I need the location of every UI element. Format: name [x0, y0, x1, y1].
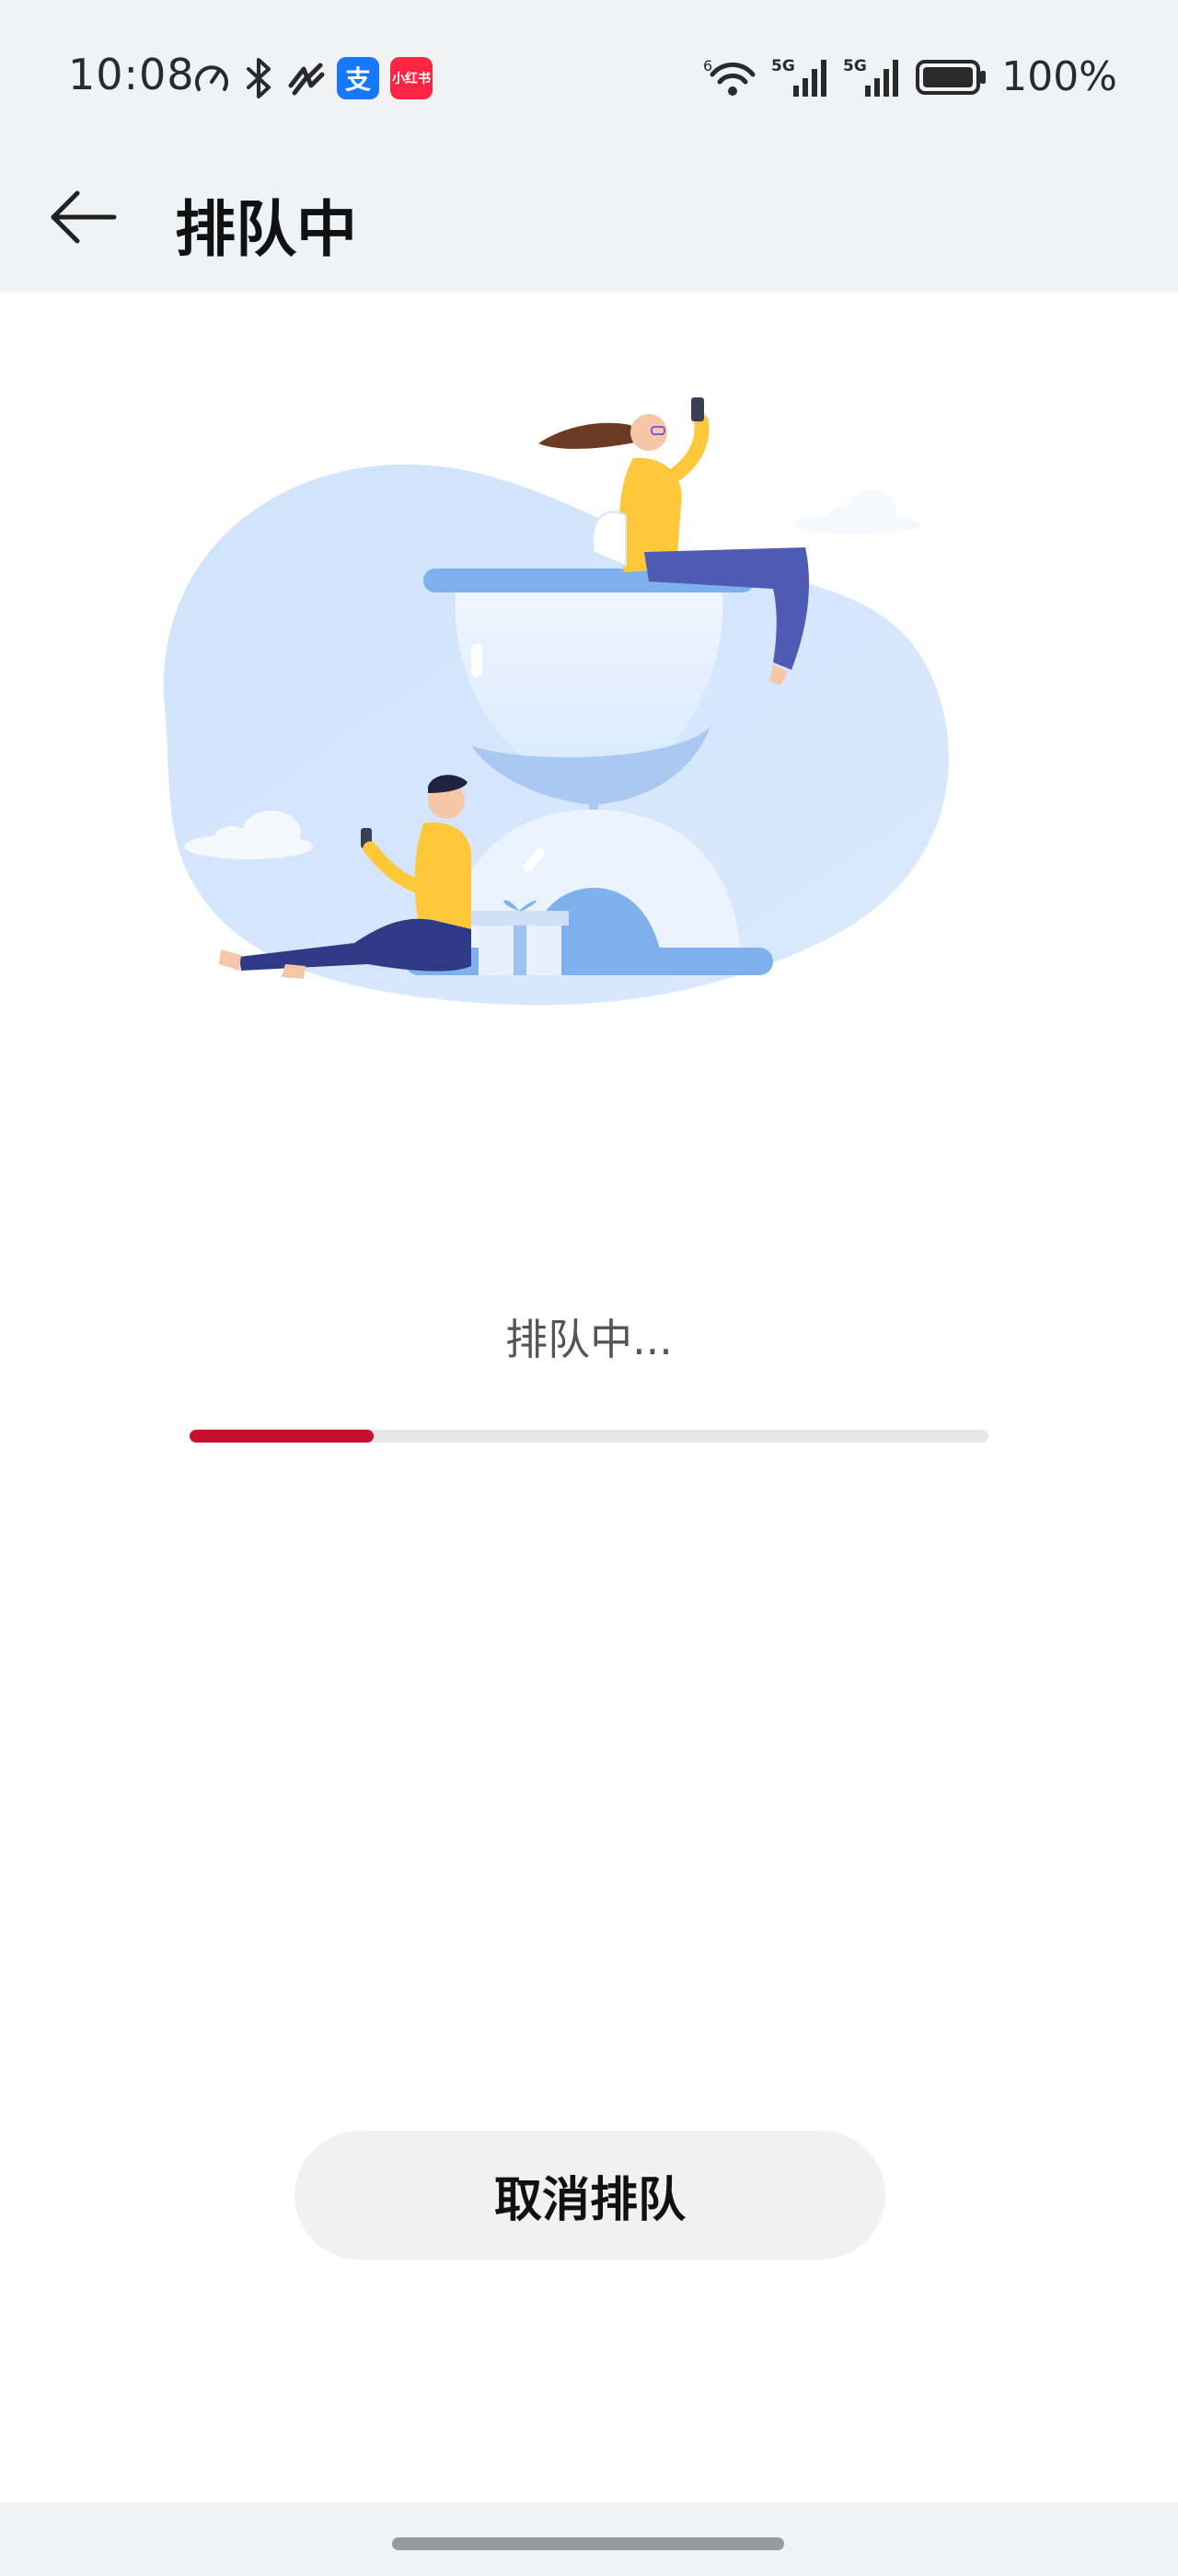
queue-progress-bar [190, 1430, 988, 1443]
status-bar: 10:08 支 小红书 6 5G 5G 100% [0, 0, 1178, 156]
signal-icon: 5G [771, 56, 830, 98]
speedometer-icon [191, 58, 232, 98]
queue-progress-fill [190, 1430, 374, 1443]
xiaohongshu-app-icon: 小红书 [390, 57, 433, 99]
signal-icon: 5G [843, 56, 902, 98]
cloud-right [791, 490, 920, 534]
status-icons-right: 6 5G 5G 100% [703, 53, 1117, 100]
battery-icon [915, 56, 988, 98]
svg-text:5G: 5G [771, 57, 795, 75]
svg-text:5G: 5G [843, 57, 867, 75]
gesture-bar [0, 2502, 1178, 2576]
gift-box [471, 900, 569, 975]
arrow-left-icon [48, 190, 118, 248]
queue-illustration [129, 368, 1049, 1104]
status-time: 10:08 [68, 50, 195, 99]
wifi-icon: 6 [703, 56, 758, 98]
queue-screen: 10:08 支 小红书 6 5G 5G 100% 排队中 排队中... 取消排队 [0, 0, 1178, 2576]
back-button[interactable] [40, 177, 125, 261]
alipay-app-icon: 支 [337, 57, 379, 99]
svg-text:6: 6 [703, 57, 712, 75]
bluetooth-icon [243, 58, 274, 98]
nav-bar: 排队中 [0, 156, 1178, 293]
home-indicator[interactable] [392, 2537, 784, 2550]
cancel-queue-button[interactable]: 取消排队 [294, 2131, 885, 2260]
page-title: 排队中 [175, 194, 357, 265]
nfc-icon [285, 58, 326, 98]
battery-percent: 100% [1001, 53, 1117, 100]
queue-status-text: 排队中... [505, 1315, 673, 1364]
status-icons-left: 支 小红书 [191, 57, 433, 99]
